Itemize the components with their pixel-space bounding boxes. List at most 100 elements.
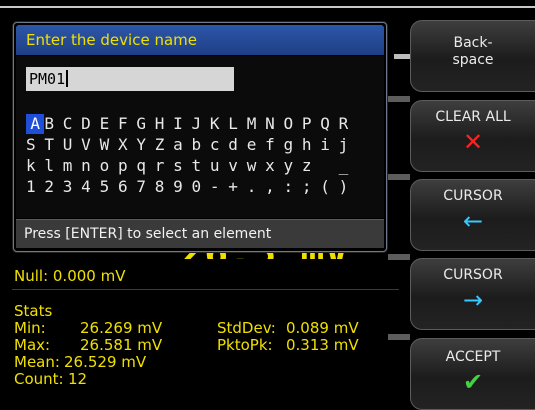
dialog-title: Enter the device name — [16, 25, 384, 55]
char-key[interactable]: G — [136, 114, 154, 134]
mean-label: Mean: — [14, 353, 60, 371]
char-key[interactable]: w — [247, 156, 265, 176]
char-key[interactable]: C — [63, 114, 81, 134]
device-name-input[interactable]: PM01 — [26, 67, 234, 91]
device-name-dialog: Enter the device name PM01 ABCDEFGHIJKLM… — [13, 22, 387, 252]
char-key[interactable]: g — [283, 135, 301, 155]
char-key[interactable]: E — [100, 114, 118, 134]
char-key[interactable] — [320, 156, 338, 176]
backspace-button[interactable]: Back- space — [410, 20, 535, 92]
char-row: ABCDEFGHIJKLMNOPQR — [26, 114, 357, 134]
char-key[interactable]: R — [339, 114, 357, 134]
char-key[interactable]: W — [100, 135, 118, 155]
char-key[interactable]: S — [26, 135, 44, 155]
char-key[interactable]: j — [339, 135, 357, 155]
char-key[interactable]: 3 — [63, 177, 81, 197]
char-key[interactable]: n — [81, 156, 99, 176]
char-key[interactable]: 9 — [173, 177, 191, 197]
char-key[interactable]: v — [228, 156, 246, 176]
char-key[interactable]: 0 — [192, 177, 210, 197]
char-key[interactable]: o — [100, 156, 118, 176]
char-row: STUVWXYZabcdefghij — [26, 135, 357, 155]
char-key[interactable]: 8 — [155, 177, 173, 197]
char-key[interactable]: I — [173, 114, 191, 134]
char-key[interactable]: l — [44, 156, 62, 176]
char-key[interactable]: e — [247, 135, 265, 155]
char-key[interactable]: 2 — [44, 177, 62, 197]
char-key[interactable]: A — [26, 114, 45, 134]
char-key[interactable]: O — [283, 114, 301, 134]
char-key[interactable]: b — [192, 135, 210, 155]
cursor-right-label: CURSOR — [443, 267, 503, 283]
char-key[interactable]: : — [283, 177, 301, 197]
char-key[interactable]: J — [192, 114, 210, 134]
char-key[interactable]: 1 — [26, 177, 44, 197]
cursor-right-button[interactable]: CURSOR → — [410, 258, 535, 330]
char-key[interactable]: 6 — [118, 177, 136, 197]
pktopk-value: 0.313 mV — [286, 336, 359, 354]
min-label: Min: — [14, 319, 46, 337]
dialog-body: PM01 ABCDEFGHIJKLMNOPQRSTUVWXYZabcdefghi… — [16, 56, 384, 218]
char-key[interactable]: V — [81, 135, 99, 155]
count-label: Count: — [14, 370, 64, 388]
char-key[interactable]: F — [118, 114, 136, 134]
char-key[interactable]: 5 — [100, 177, 118, 197]
softkey-divider — [388, 334, 410, 340]
char-key[interactable]: Q — [320, 114, 338, 134]
char-key[interactable]: ; — [302, 177, 320, 197]
char-key[interactable]: d — [228, 135, 246, 155]
char-key[interactable]: x — [265, 156, 283, 176]
char-key[interactable]: ( — [320, 177, 338, 197]
char-key[interactable]: i — [320, 135, 338, 155]
char-key[interactable]: 7 — [136, 177, 154, 197]
char-key[interactable]: N — [265, 114, 283, 134]
char-key[interactable]: L — [228, 114, 246, 134]
char-key[interactable]: . — [247, 177, 265, 197]
stddev-label: StdDev: — [217, 319, 276, 337]
char-key[interactable]: K — [210, 114, 228, 134]
top-divider — [0, 6, 535, 8]
arrow-right-icon: → — [462, 286, 484, 314]
char-key[interactable]: y — [283, 156, 301, 176]
char-key[interactable]: h — [302, 135, 320, 155]
char-key[interactable]: m — [63, 156, 81, 176]
char-key[interactable]: D — [81, 114, 99, 134]
char-key[interactable]: u — [210, 156, 228, 176]
char-key[interactable]: r — [155, 156, 173, 176]
char-key[interactable]: X — [118, 135, 136, 155]
char-key[interactable]: k — [26, 156, 44, 176]
char-key[interactable]: M — [247, 114, 265, 134]
max-value: 26.581 mV — [80, 336, 163, 354]
text-caret — [66, 70, 69, 87]
char-key[interactable]: P — [302, 114, 320, 134]
char-key[interactable]: Y — [136, 135, 154, 155]
char-key[interactable]: B — [44, 114, 62, 134]
char-key[interactable]: _ — [339, 156, 357, 176]
mean-value: 26.529 mV — [64, 353, 147, 371]
char-key[interactable]: c — [210, 135, 228, 155]
char-key[interactable]: t — [192, 156, 210, 176]
softkey-divider — [388, 174, 410, 180]
char-key[interactable]: + — [228, 177, 246, 197]
char-key[interactable]: f — [265, 135, 283, 155]
char-key[interactable]: z — [302, 156, 320, 176]
softkey-divider — [388, 96, 410, 102]
char-key[interactable]: T — [44, 135, 62, 155]
char-key[interactable]: - — [210, 177, 228, 197]
softkey-divider — [388, 254, 410, 260]
char-key[interactable]: Z — [155, 135, 173, 155]
char-row: klmnopqrstuvwxyz _ — [26, 156, 357, 176]
char-key[interactable]: q — [136, 156, 154, 176]
char-key[interactable]: a — [173, 135, 191, 155]
accept-button[interactable]: ACCEPT ✔ — [410, 338, 535, 410]
cursor-left-button[interactable]: CURSOR ← — [410, 179, 535, 251]
char-key[interactable]: s — [173, 156, 191, 176]
char-key[interactable]: ) — [339, 177, 357, 197]
char-key[interactable]: U — [63, 135, 81, 155]
char-key[interactable]: 4 — [81, 177, 99, 197]
char-key[interactable]: p — [118, 156, 136, 176]
clear-all-button[interactable]: CLEAR ALL ✕ — [410, 100, 535, 172]
char-key[interactable]: H — [155, 114, 173, 134]
arrow-left-icon: ← — [462, 207, 484, 235]
char-key[interactable]: , — [265, 177, 283, 197]
